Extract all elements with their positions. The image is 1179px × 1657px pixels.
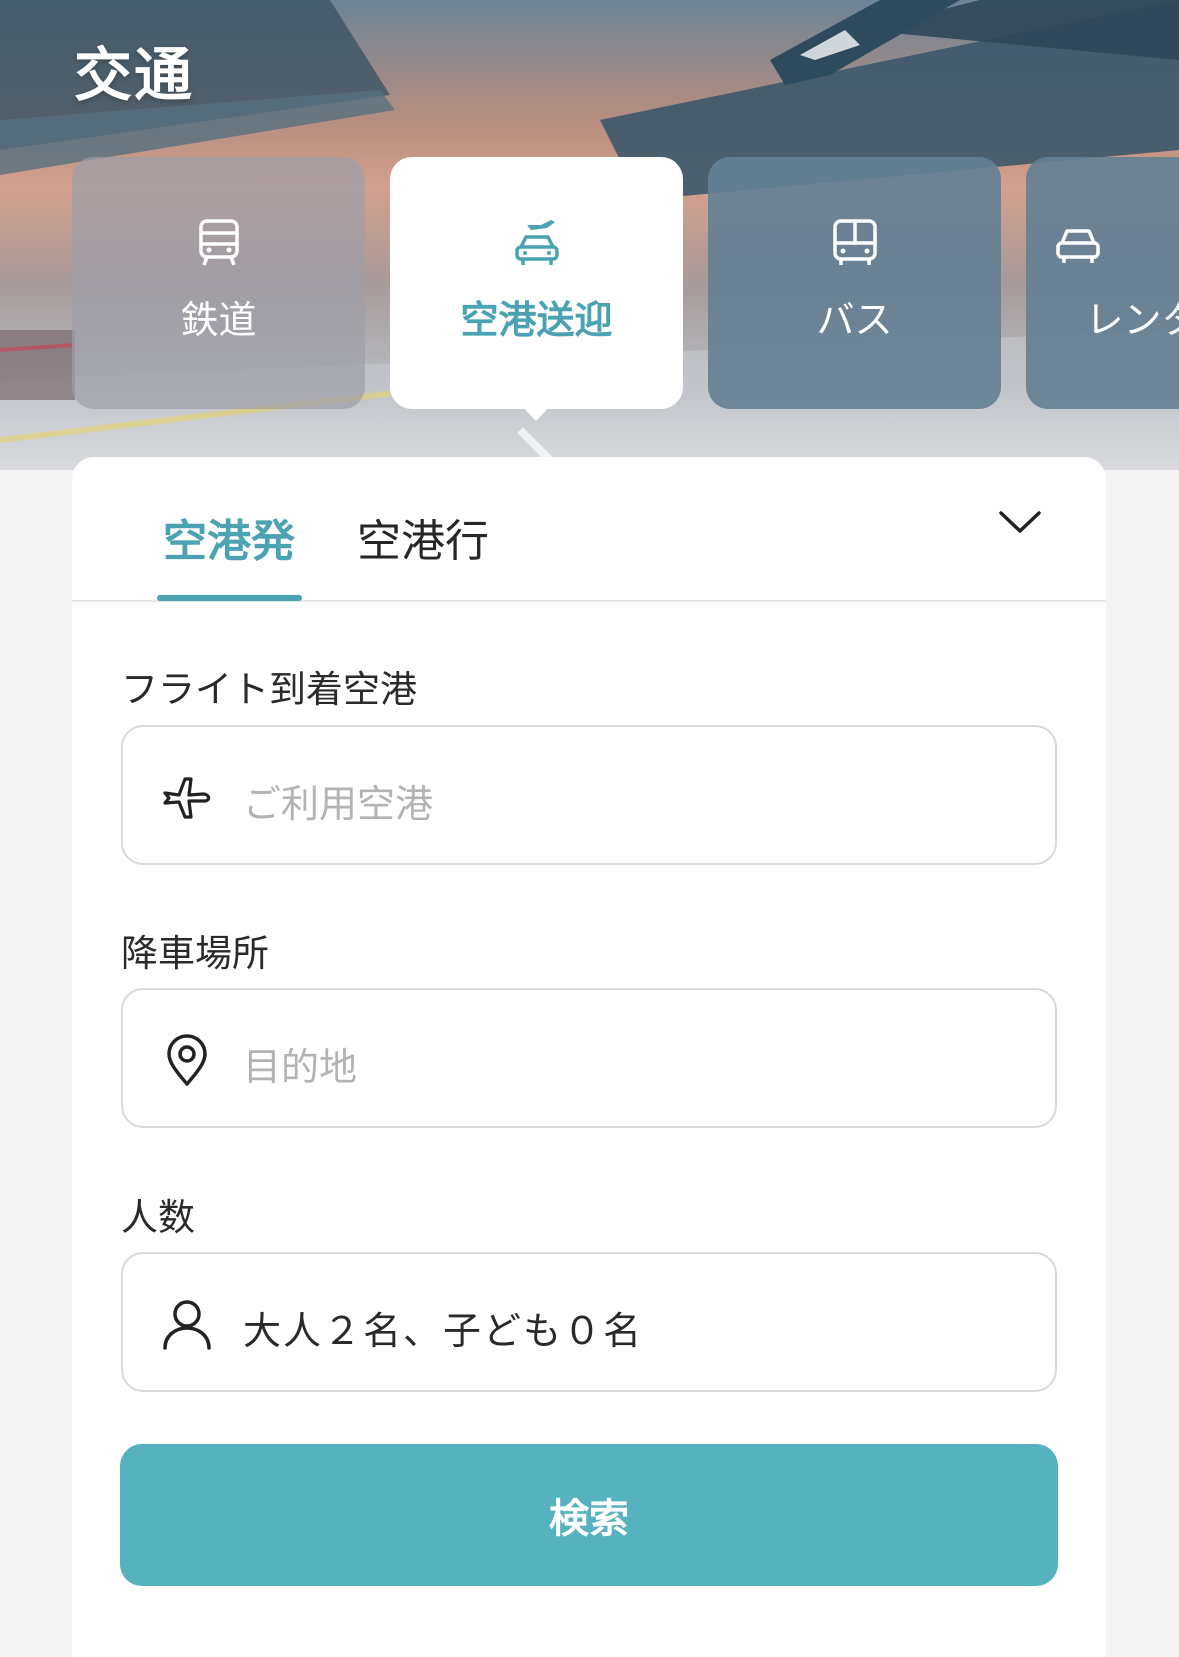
tab-from-airport[interactable]: 空港発 [163,505,295,569]
airplane-icon [163,777,211,819]
tab-rental-car[interactable]: レンタ [1026,157,1179,409]
dropoff-input[interactable]: 目的地 [121,988,1057,1128]
tab-train-label: 鉄道 [180,298,257,342]
tab-airport-transfer-label: 空港送迎 [460,298,613,342]
search-button[interactable]: 検索 [120,1444,1058,1586]
tab-airport-transfer[interactable]: 空港送迎 [390,157,683,409]
passengers-input[interactable]: 大人２名、子ども０名 [121,1252,1057,1392]
active-tab-underline [157,595,302,601]
airport-placeholder: ご利用空港 [243,782,434,826]
tab-bus-label: バス [816,298,893,342]
tab-rental-car-label: レンタ [1085,298,1179,342]
location-pin-icon [167,1034,207,1086]
tab-bus[interactable]: バス [708,157,1001,409]
airport-transfer-icon [514,220,559,265]
dropoff-placeholder: 目的地 [243,1045,358,1089]
category-tab-bar: 鉄道 空港送迎 バス レン [72,157,1179,409]
tab-to-airport[interactable]: 空港行 [357,505,489,569]
airport-input[interactable]: ご利用空港 [121,725,1057,865]
active-tab-pointer [521,405,551,421]
passengers-field-label: 人数 [121,1196,195,1239]
chevron-down-icon[interactable] [997,507,1043,537]
dropoff-field-label: 降車場所 [121,932,269,975]
rental-car-icon [1055,229,1100,263]
train-icon [198,219,239,266]
person-icon [163,1300,211,1350]
bus-icon [832,219,877,265]
airport-field-label: フライト到着空港 [121,668,417,711]
search-form-card: 空港発 空港行 フライト到着空港 ご利用空港 降車場所 目的地 人数 大人２名、… [72,457,1106,1657]
direction-tab-bar: 空港発 空港行 [72,457,1106,602]
tab-train[interactable]: 鉄道 [72,157,365,409]
page-title: 交通 [74,41,195,109]
passengers-value: 大人２名、子ども０名 [243,1309,644,1353]
